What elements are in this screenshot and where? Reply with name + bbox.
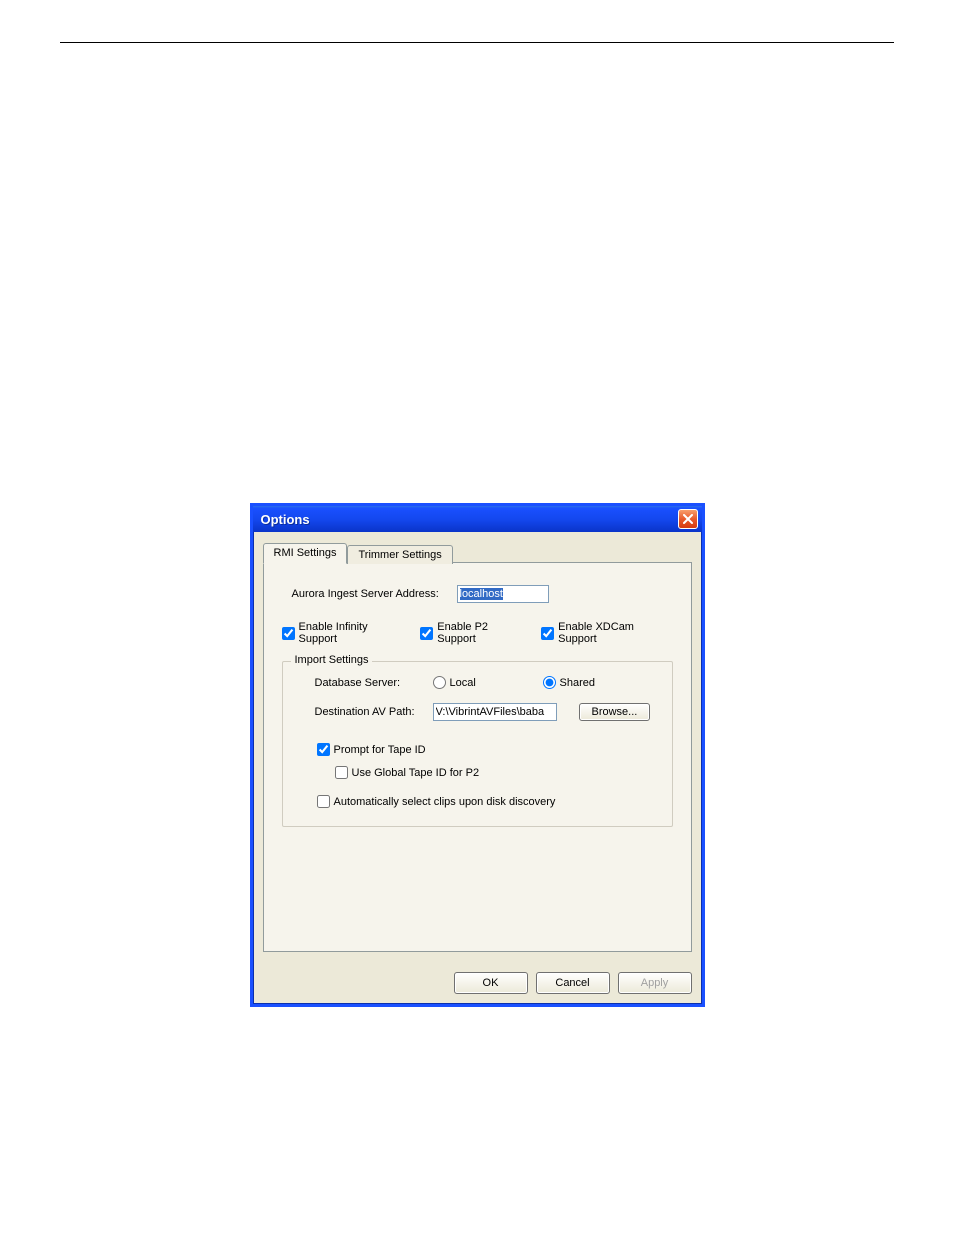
dialog-title: Options [261,512,310,527]
title-bar[interactable]: Options [253,506,702,532]
db-local-radio[interactable]: Local [433,676,543,689]
enable-infinity-input[interactable] [282,627,295,640]
db-shared-label: Shared [560,677,595,689]
enable-xdcam-input[interactable] [541,627,554,640]
tab-rmi-settings[interactable]: RMI Settings [263,543,348,564]
enable-p2-checkbox[interactable]: Enable P2 Support [420,621,527,645]
tab-trimmer-settings[interactable]: Trimmer Settings [347,545,452,564]
close-icon [683,514,693,524]
db-local-input[interactable] [433,676,446,689]
server-address-value: localhost [460,588,503,600]
dialog-footer: OK Cancel Apply [253,962,702,1004]
options-dialog: Options RMI Settings Trimmer Settings Au… [250,503,705,1007]
global-tape-checkbox[interactable]: Use Global Tape ID for P2 [335,766,654,779]
enable-infinity-label: Enable Infinity Support [299,621,407,645]
db-server-label: Database Server: [315,677,433,689]
prompt-tape-checkbox[interactable]: Prompt for Tape ID [317,743,654,756]
ok-button[interactable]: OK [454,972,528,994]
import-settings-title: Import Settings [291,654,373,666]
auto-select-checkbox[interactable]: Automatically select clips upon disk dis… [317,795,654,808]
db-shared-radio[interactable]: Shared [543,676,595,689]
dest-path-input[interactable] [433,703,557,721]
enable-p2-input[interactable] [420,627,433,640]
import-settings-group: Import Settings Database Server: Local S… [282,661,673,827]
enable-p2-label: Enable P2 Support [437,621,527,645]
cancel-button[interactable]: Cancel [536,972,610,994]
auto-select-label: Automatically select clips upon disk dis… [334,796,556,808]
global-tape-input[interactable] [335,766,348,779]
enable-infinity-checkbox[interactable]: Enable Infinity Support [282,621,407,645]
browse-button[interactable]: Browse... [579,703,651,721]
enable-xdcam-label: Enable XDCam Support [558,621,672,645]
dest-path-label: Destination AV Path: [315,706,433,718]
tab-panel: Aurora Ingest Server Address: localhost … [263,562,692,952]
close-button[interactable] [678,509,698,529]
server-address-input[interactable]: localhost [457,585,549,603]
global-tape-label: Use Global Tape ID for P2 [352,767,480,779]
auto-select-input[interactable] [317,795,330,808]
page-divider [60,42,894,43]
prompt-tape-input[interactable] [317,743,330,756]
db-local-label: Local [450,677,476,689]
prompt-tape-label: Prompt for Tape ID [334,744,426,756]
enable-xdcam-checkbox[interactable]: Enable XDCam Support [541,621,672,645]
server-address-label: Aurora Ingest Server Address: [292,588,457,600]
apply-button[interactable]: Apply [618,972,692,994]
db-shared-input[interactable] [543,676,556,689]
tab-bar: RMI Settings Trimmer Settings [263,540,692,562]
